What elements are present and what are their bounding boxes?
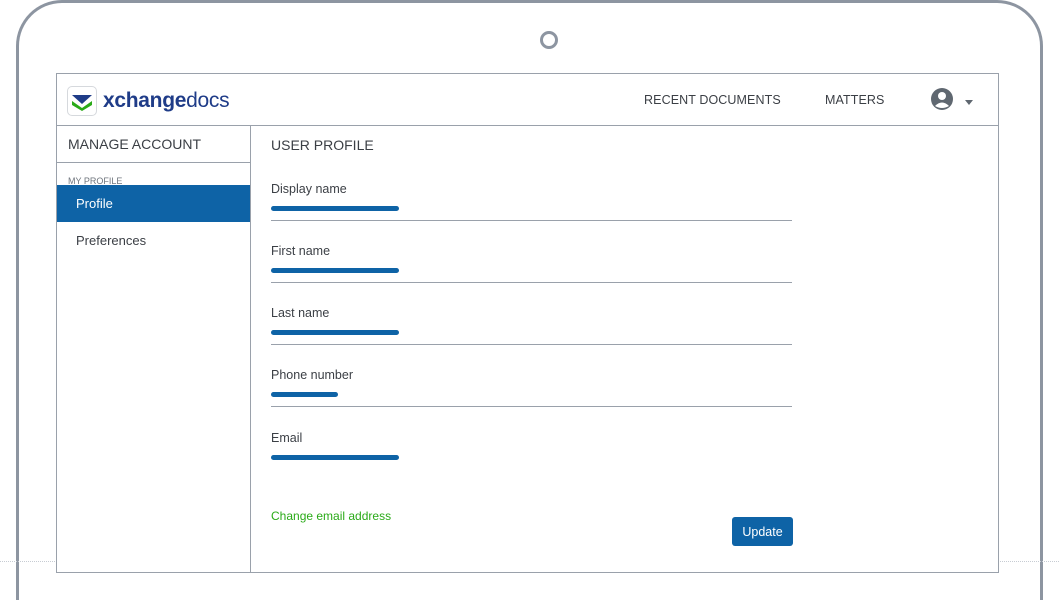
nav-matters[interactable]: MATTERS xyxy=(825,93,885,107)
field-display-name[interactable]: Display name xyxy=(271,182,792,221)
redacted-value[interactable] xyxy=(271,330,399,335)
user-menu[interactable] xyxy=(930,87,974,116)
page-title: USER PROFILE xyxy=(271,137,374,153)
sidebar-item-profile[interactable]: Profile xyxy=(57,185,250,222)
sidebar-title: MANAGE ACCOUNT xyxy=(57,126,250,163)
caret-down-icon xyxy=(964,93,974,111)
brand-name-light: docs xyxy=(186,89,230,112)
field-underline xyxy=(271,406,792,407)
redacted-value xyxy=(271,455,399,460)
brand-name-bold: xchange xyxy=(103,89,187,112)
top-header: xchangedocs RECENT DOCUMENTS MATTERS xyxy=(57,74,998,126)
sidebar: MANAGE ACCOUNT MY PROFILE Profile Prefer… xyxy=(57,126,251,572)
logo-mark-icon xyxy=(67,86,97,116)
field-first-name[interactable]: First name xyxy=(271,244,792,283)
user-circle-icon xyxy=(930,87,954,116)
field-label: Phone number xyxy=(271,368,354,382)
field-last-name[interactable]: Last name xyxy=(271,306,792,345)
field-label: Email xyxy=(271,431,303,445)
field-underline xyxy=(271,344,792,345)
field-underline xyxy=(271,220,792,221)
sidebar-item-preferences[interactable]: Preferences xyxy=(57,222,250,259)
brand-name: xchangedocs xyxy=(103,89,230,113)
field-label: First name xyxy=(271,244,331,258)
main-content: USER PROFILE Display name First name Las… xyxy=(271,126,991,572)
update-button[interactable]: Update xyxy=(732,517,793,546)
field-label: Display name xyxy=(271,182,347,196)
camera-icon xyxy=(540,31,558,49)
redacted-value[interactable] xyxy=(271,268,399,273)
brand-logo[interactable]: xchangedocs xyxy=(67,86,230,116)
redacted-value[interactable] xyxy=(271,392,338,397)
app-window: xchangedocs RECENT DOCUMENTS MATTERS MAN… xyxy=(56,73,999,573)
nav-recent-documents[interactable]: RECENT DOCUMENTS xyxy=(644,93,781,107)
field-phone-number[interactable]: Phone number xyxy=(271,368,792,407)
field-email: Email xyxy=(271,431,792,460)
field-label: Last name xyxy=(271,306,330,320)
redacted-value[interactable] xyxy=(271,206,399,211)
sidebar-section-label: MY PROFILE xyxy=(68,176,123,186)
field-underline xyxy=(271,282,792,283)
change-email-link[interactable]: Change email address xyxy=(271,509,391,523)
